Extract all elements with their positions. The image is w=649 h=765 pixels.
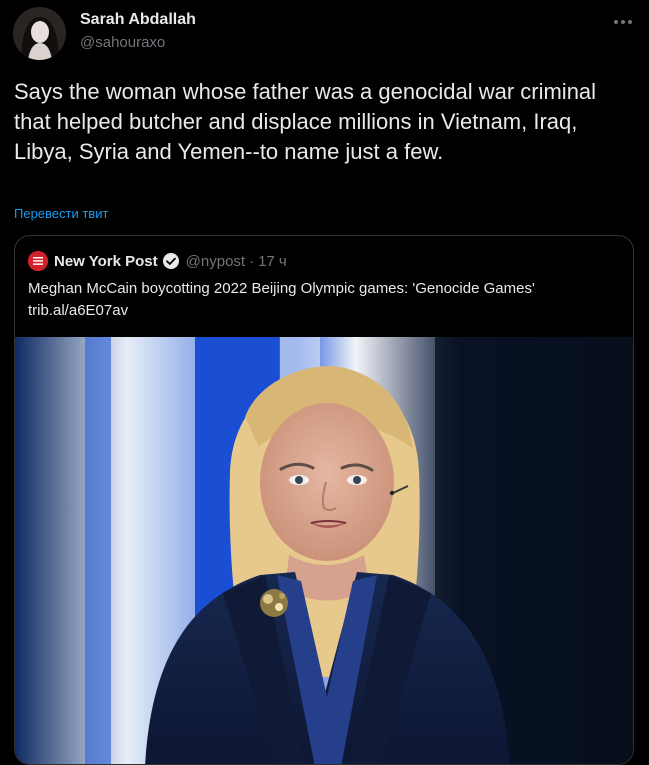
top-edge	[0, 0, 649, 2]
author-handle[interactable]: @sahouraxo	[80, 34, 165, 52]
quoted-tweet-link[interactable]: trib.al/a6E07av	[28, 300, 128, 321]
brooch-icon	[260, 589, 288, 617]
new-york-post-logo[interactable]	[28, 251, 48, 271]
quoted-author-name[interactable]: New York Post	[54, 253, 158, 270]
quoted-timestamp[interactable]: 17 ч	[258, 253, 287, 270]
avatar-photo	[13, 7, 66, 60]
quoted-tweet-card[interactable]: New York Post @nypost · 17 ч Meghan McCa…	[14, 235, 634, 765]
quoted-separator: ·	[249, 252, 255, 270]
translate-tweet-link[interactable]: Перевести твит	[14, 206, 108, 221]
author-avatar[interactable]	[13, 7, 66, 60]
quoted-tweet-image[interactable]	[15, 337, 633, 764]
quoted-author-handle[interactable]: @nypost	[186, 253, 245, 270]
verified-badge-icon	[162, 252, 180, 270]
tweet-text: Says the woman whose father was a genoci…	[14, 79, 603, 164]
quoted-tweet-header: New York Post @nypost · 17 ч	[28, 250, 287, 272]
speaker-photo	[15, 337, 633, 764]
author-name[interactable]: Sarah Abdallah	[80, 10, 196, 30]
more-horizontal-icon[interactable]	[611, 10, 635, 34]
quoted-tweet-text: Meghan McCain boycotting 2022 Beijing Ol…	[28, 280, 535, 297]
